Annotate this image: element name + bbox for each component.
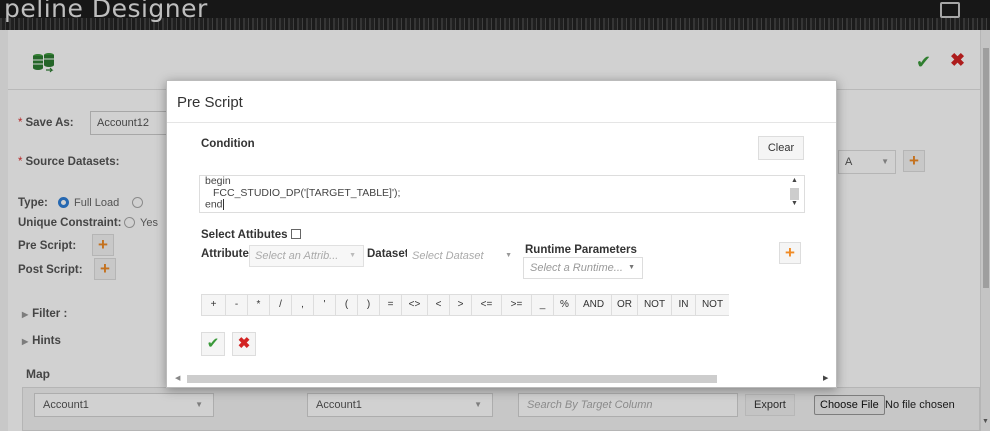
pre-script-dialog: Pre Script Condition Clear begin FCC_STU… <box>166 80 837 388</box>
operator-toolbar: + - * / , ' ( ) = <> < > <= >= _ % AND O… <box>201 294 836 316</box>
operator-button[interactable]: NOT <box>695 294 729 316</box>
operator-button[interactable]: <> <box>401 294 427 316</box>
scroll-right-arrow-icon[interactable]: ▶ <box>823 374 828 382</box>
scroll-left-arrow-icon[interactable]: ◀ <box>175 374 180 382</box>
dataset-select[interactable]: Select Dataset ▼ <box>407 245 519 267</box>
runtime-parameters-label: Runtime Parameters <box>525 244 637 256</box>
dataset-label: Dataset <box>367 248 409 260</box>
operator-button[interactable]: % <box>553 294 575 316</box>
operator-button[interactable]: - <box>225 294 247 316</box>
condition-label: Condition <box>201 138 255 150</box>
script-line-last: end <box>205 198 224 211</box>
scroll-down-arrow-icon[interactable]: ▼ <box>791 200 798 207</box>
attribute-select[interactable]: Select an Attrib... ▼ <box>249 245 364 267</box>
operator-button[interactable]: = <box>379 294 401 316</box>
chevron-down-icon: ▼ <box>628 264 635 271</box>
text-cursor <box>222 199 224 210</box>
dialog-horizontal-scrollbar[interactable]: ◀ ▶ <box>169 373 835 385</box>
operator-button[interactable]: IN <box>671 294 695 316</box>
operator-button[interactable]: <= <box>471 294 501 316</box>
select-attributes-checkbox[interactable] <box>291 229 301 239</box>
dialog-title: Pre Script <box>177 94 243 111</box>
operator-button[interactable]: >= <box>501 294 531 316</box>
script-scrollbar[interactable]: ▲ ▼ <box>788 177 802 211</box>
operator-button[interactable]: * <box>247 294 269 316</box>
clear-button[interactable]: Clear <box>758 136 804 160</box>
operator-button[interactable]: OR <box>611 294 637 316</box>
operator-button[interactable]: ) <box>357 294 379 316</box>
add-runtime-parameter-button[interactable]: + <box>779 242 801 264</box>
script-scrollbar-thumb[interactable] <box>790 188 799 200</box>
dialog-header: Pre Script <box>167 81 836 123</box>
script-line: FCC_STUDIO_DP('[TARGET_TABLE]'); <box>213 186 401 199</box>
attribute-label: Attribute <box>201 248 249 260</box>
operator-button[interactable]: _ <box>531 294 553 316</box>
runtime-parameter-select[interactable]: Select a Runtime... ▼ <box>523 257 643 279</box>
horizontal-scrollbar-thumb[interactable] <box>187 375 717 383</box>
operator-button[interactable]: + <box>201 294 225 316</box>
chevron-down-icon: ▼ <box>505 252 512 259</box>
operator-button[interactable]: , <box>291 294 313 316</box>
chevron-down-icon: ▼ <box>349 252 356 259</box>
operator-button[interactable]: ( <box>335 294 357 316</box>
operator-button[interactable]: > <box>449 294 471 316</box>
script-line: begin <box>205 175 231 187</box>
condition-script-editor[interactable]: begin FCC_STUDIO_DP('[TARGET_TABLE]'); e… <box>199 175 805 213</box>
operator-button[interactable]: < <box>427 294 449 316</box>
operator-button[interactable]: NOT <box>637 294 671 316</box>
cancel-close-icon[interactable]: ✖ <box>232 332 256 356</box>
operator-button[interactable]: / <box>269 294 291 316</box>
operator-button[interactable]: ' <box>313 294 335 316</box>
operator-button[interactable]: AND <box>575 294 611 316</box>
confirm-check-icon[interactable]: ✔ <box>201 332 225 356</box>
select-attributes-label: Select Attibutes <box>201 229 288 241</box>
scroll-up-arrow-icon[interactable]: ▲ <box>791 177 798 184</box>
